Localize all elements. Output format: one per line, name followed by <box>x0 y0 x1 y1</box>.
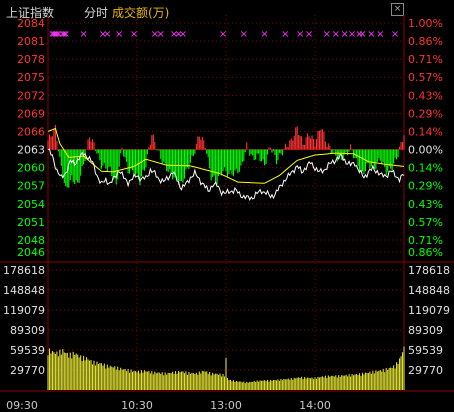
price-tick-label: 2051 <box>17 216 45 229</box>
price-tick-label: 2078 <box>17 53 45 66</box>
event-marker[interactable]: × <box>179 29 187 40</box>
momentum-bars <box>47 124 405 188</box>
percent-tick-label: 0.14% <box>408 162 443 175</box>
percent-tick-label: 0.71% <box>408 234 443 247</box>
volume-tick-label-right: 89309 <box>408 324 443 337</box>
percent-tick-label: 0.57% <box>408 216 443 229</box>
volume-tick-label-right: 119079 <box>408 304 450 317</box>
percent-tick-label: 0.29% <box>408 107 443 120</box>
price-tick-label: 2060 <box>17 162 45 175</box>
volume-tick-label-right: 29770 <box>408 364 443 377</box>
percent-tick-label: 0.86% <box>408 35 443 48</box>
price-tick-label: 2072 <box>17 89 45 102</box>
event-marker[interactable]: × <box>391 29 399 40</box>
volume-tick-label-right: 148848 <box>408 284 450 297</box>
event-marker[interactable]: × <box>296 29 304 40</box>
volume-bars <box>47 346 405 390</box>
time-tick-label: 13:00 <box>210 399 242 412</box>
chart-canvas[interactable]: 2084 1.00% 2081 0.86% 2078 0.71% 2075 0.57% 2072… <box>0 0 454 412</box>
event-marker[interactable]: × <box>323 29 331 40</box>
event-marker[interactable]: × <box>219 29 227 40</box>
price-tick-label: 2081 <box>17 35 45 48</box>
event-marker[interactable]: × <box>358 29 366 40</box>
event-marker[interactable]: × <box>367 29 375 40</box>
price-axis-labels: 2084 1.00% 2081 0.86% 2078 0.71% 2075 0.57% 2072… <box>17 17 443 259</box>
price-tick-label: 2057 <box>17 180 45 193</box>
event-marker[interactable]: × <box>240 29 248 40</box>
time-tick-label: 14:00 <box>299 399 331 412</box>
volume-tick-label: 178618 <box>3 264 45 277</box>
time-axis-labels: 09:30 10:30 13:00 14:00 <box>6 399 331 412</box>
volume-tick-label: 89309 <box>10 324 45 337</box>
percent-tick-label: 0.43% <box>408 89 443 102</box>
volume-tick-label: 119079 <box>3 304 45 317</box>
event-marker[interactable]: × <box>115 29 123 40</box>
percent-tick-label: 0.14% <box>408 125 443 138</box>
volume-tick-label: 59539 <box>10 344 45 357</box>
volume-tick-label: 148848 <box>3 284 45 297</box>
grid <box>0 15 454 392</box>
percent-tick-label: 0.86% <box>408 246 443 259</box>
price-tick-label: 2084 <box>17 17 45 30</box>
event-marker[interactable]: × <box>103 29 111 40</box>
event-marker[interactable]: × <box>157 29 165 40</box>
price-tick-label: 2069 <box>17 107 45 120</box>
time-tick-label: 10:30 <box>121 399 153 412</box>
price-tick-label: 2054 <box>17 198 45 211</box>
percent-tick-label: 0.00% <box>408 144 443 157</box>
percent-tick-label: 0.57% <box>408 71 443 84</box>
price-tick-label: 2048 <box>17 234 45 247</box>
percent-tick-label: 1.00% <box>408 17 443 30</box>
event-marker[interactable]: × <box>79 29 87 40</box>
intraday-chart-window: 上证指数 分时 成交额(万) × 2084 1.00% 2081 0.86% 2078 0… <box>0 0 454 412</box>
event-marker[interactable]: × <box>305 29 313 40</box>
price-tick-label: 2066 <box>17 125 45 138</box>
volume-tick-label-right: 178618 <box>408 264 450 277</box>
event-marker[interactable]: × <box>260 29 268 40</box>
percent-tick-label: 0.29% <box>408 180 443 193</box>
price-tick-label: 2046 <box>17 246 45 259</box>
event-marker[interactable]: × <box>62 29 70 40</box>
price-tick-label: 2075 <box>17 71 45 84</box>
volume-tick-label-right: 59539 <box>408 344 443 357</box>
time-tick-label: 09:30 <box>6 399 38 412</box>
event-marker[interactable]: × <box>281 29 289 40</box>
price-tick-label: 2063 <box>17 144 45 157</box>
event-marker[interactable]: × <box>376 29 384 40</box>
event-marker[interactable]: × <box>332 29 340 40</box>
percent-tick-label: 0.71% <box>408 53 443 66</box>
event-marker[interactable]: × <box>130 29 138 40</box>
percent-tick-label: 0.43% <box>408 198 443 211</box>
volume-tick-label: 29770 <box>10 364 45 377</box>
event-markers: ×××××××× × ×× × × ×× ××× × × × × × × × × × × ×× × × × <box>48 29 399 40</box>
